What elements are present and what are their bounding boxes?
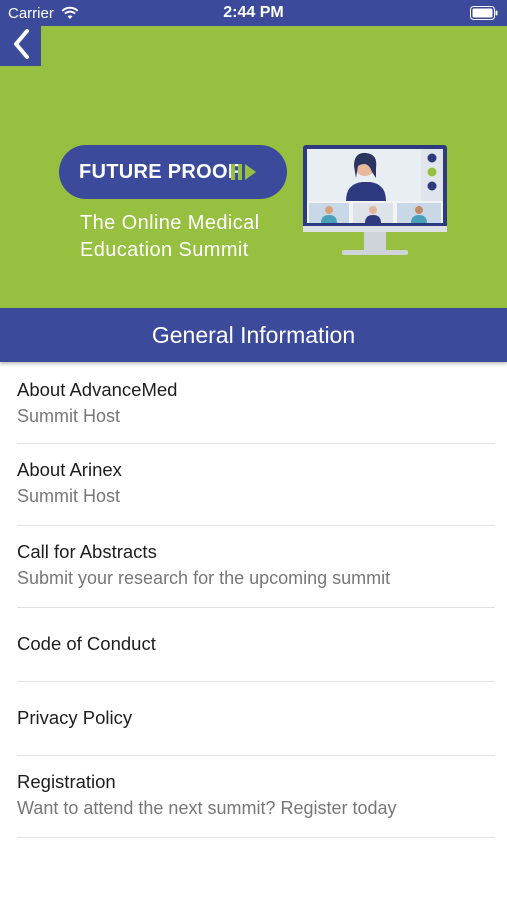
banner-title: FUTURE PROOF bbox=[79, 160, 241, 183]
banner-logo-pill: FUTURE PROOF bbox=[59, 145, 287, 199]
list-item-registration[interactable]: Registration Want to attend the next sum… bbox=[17, 756, 495, 838]
video-conference-illustration bbox=[302, 144, 448, 265]
list-item-subtitle: Want to attend the next summit? Register… bbox=[17, 798, 397, 818]
section-header: General Information bbox=[0, 308, 507, 362]
list-item-title: Privacy Policy bbox=[17, 707, 133, 728]
list-item-call-for-abstracts[interactable]: Call for Abstracts Submit your research … bbox=[17, 526, 495, 608]
list-item-title: Code of Conduct bbox=[17, 633, 156, 654]
list-item-about-arinex[interactable]: About Arinex Summit Host bbox=[17, 444, 495, 526]
list-item-subtitle: Summit Host bbox=[17, 486, 121, 506]
list-item-title: About Arinex bbox=[17, 459, 122, 480]
status-bar: Carrier 2:44 PM bbox=[0, 0, 507, 26]
back-button[interactable] bbox=[0, 26, 41, 66]
list-item-title: Call for Abstracts bbox=[17, 541, 157, 562]
status-time: 2:44 PM bbox=[223, 4, 284, 21]
chevron-left-icon bbox=[11, 28, 31, 65]
battery-icon bbox=[470, 6, 498, 25]
list-item-about-advancemed[interactable]: About AdvanceMed Summit Host bbox=[17, 364, 495, 444]
list-item-title: Registration bbox=[17, 771, 116, 792]
list-item-subtitle: Summit Host bbox=[17, 406, 121, 426]
banner-subtitle: The Online Medical Education Summit bbox=[80, 212, 260, 261]
list-item-title: About AdvanceMed bbox=[17, 379, 178, 400]
list-item-code-of-conduct[interactable]: Code of Conduct bbox=[17, 608, 495, 682]
play-mark-icon bbox=[231, 162, 257, 187]
list-item-privacy-policy[interactable]: Privacy Policy bbox=[17, 682, 495, 756]
info-list: About AdvanceMed Summit Host About Arine… bbox=[0, 364, 507, 838]
section-title: General Information bbox=[151, 321, 356, 348]
list-item-subtitle: Submit your research for the upcoming su… bbox=[17, 568, 391, 588]
hero-banner: FUTURE PROOF The Online Medical Educatio… bbox=[0, 26, 507, 308]
